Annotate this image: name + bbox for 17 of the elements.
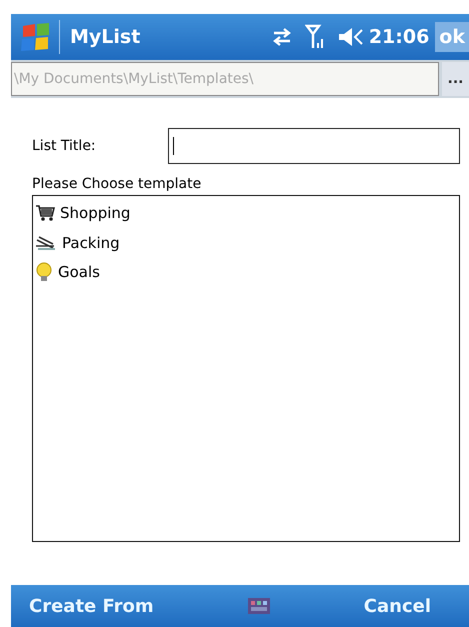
template-item[interactable]: Packing (62, 232, 120, 254)
lightbulb-icon (35, 262, 53, 282)
template-item[interactable]: Shopping (60, 202, 130, 224)
sync-arrows-icon (270, 27, 293, 47)
list-title-field[interactable] (168, 128, 460, 164)
speaker-icon (336, 26, 365, 48)
keyboard-icon[interactable] (246, 596, 271, 616)
cancel-button[interactable]: Cancel (364, 592, 431, 620)
cart-icon (35, 204, 55, 222)
list-title-label: List Title: (32, 136, 97, 156)
template-list[interactable]: Shopping Packing Goals (32, 195, 460, 542)
browse-button[interactable]: ... (442, 62, 469, 96)
template-prompt: Please Choose template (32, 175, 202, 194)
template-item[interactable]: Goals (58, 261, 100, 284)
clock-time: 21:06 (368, 24, 430, 50)
create-from-button[interactable]: Create From (29, 592, 154, 620)
window-title: MyList (70, 24, 140, 50)
